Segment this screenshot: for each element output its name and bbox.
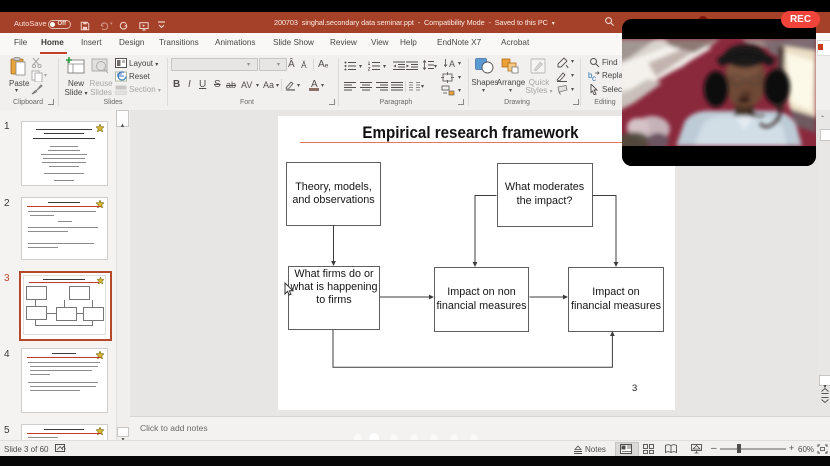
svg-text:c: c: [592, 74, 596, 82]
svg-text:A: A: [449, 59, 455, 69]
